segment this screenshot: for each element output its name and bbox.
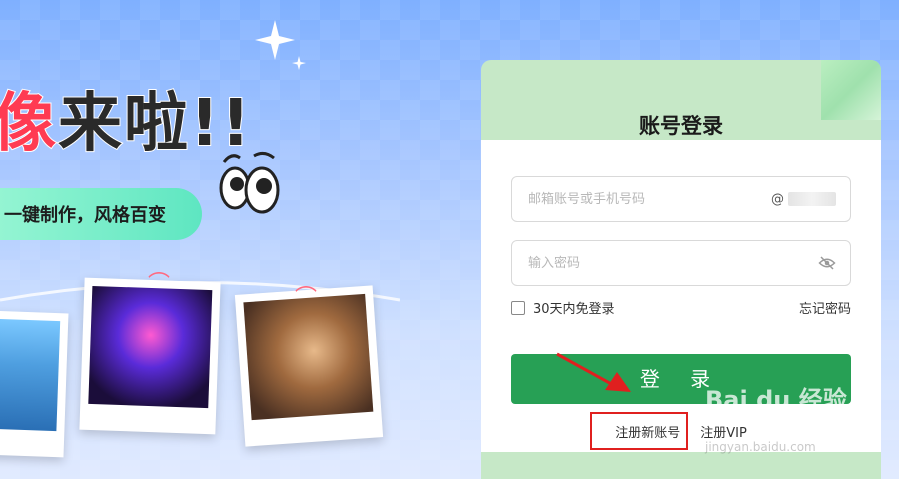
register-highlight-box	[590, 412, 688, 450]
forgot-password-link[interactable]: 忘记密码	[799, 298, 851, 317]
sample-photo-boy	[0, 310, 69, 458]
remember-label: 30天内免登录	[533, 302, 615, 317]
cartoon-eyes-icon	[219, 151, 280, 214]
password-field[interactable]	[511, 240, 851, 286]
watermark-brand: Bai du 经验	[705, 386, 847, 414]
email-input[interactable]	[526, 190, 771, 208]
sample-photo-cyberpunk	[79, 277, 221, 435]
remember-checkbox[interactable]	[511, 300, 525, 315]
email-field[interactable]: @	[511, 176, 851, 222]
email-domain-suffix[interactable]: @	[771, 192, 836, 207]
login-card: 账号登录 @ 30天内免登录 忘记密码 登 录 注册新账号	[481, 60, 881, 479]
feature-pill: 一键制作，风格百变	[0, 188, 202, 240]
sparkle-icon	[255, 20, 306, 70]
paperclip-icon: ⌒	[295, 286, 318, 311]
remember-login[interactable]: 30天内免登录	[511, 298, 615, 317]
login-title: 账号登录	[639, 114, 723, 138]
annotation-arrow-icon	[556, 352, 631, 392]
feature-pill-text: 一键制作，风格百变	[4, 205, 166, 226]
password-input[interactable]	[526, 254, 818, 272]
login-options: 30天内免登录 忘记密码	[511, 298, 851, 317]
watermark-url: jingyan.baidu.com	[705, 440, 816, 454]
eye-hidden-icon[interactable]	[818, 254, 836, 272]
paperclip-icon: ⌒	[148, 272, 171, 297]
headline-red-text: 像	[0, 86, 58, 162]
banner-headline: 像来啦!!	[0, 72, 252, 164]
register-vip-link[interactable]: 注册VIP	[700, 422, 747, 441]
